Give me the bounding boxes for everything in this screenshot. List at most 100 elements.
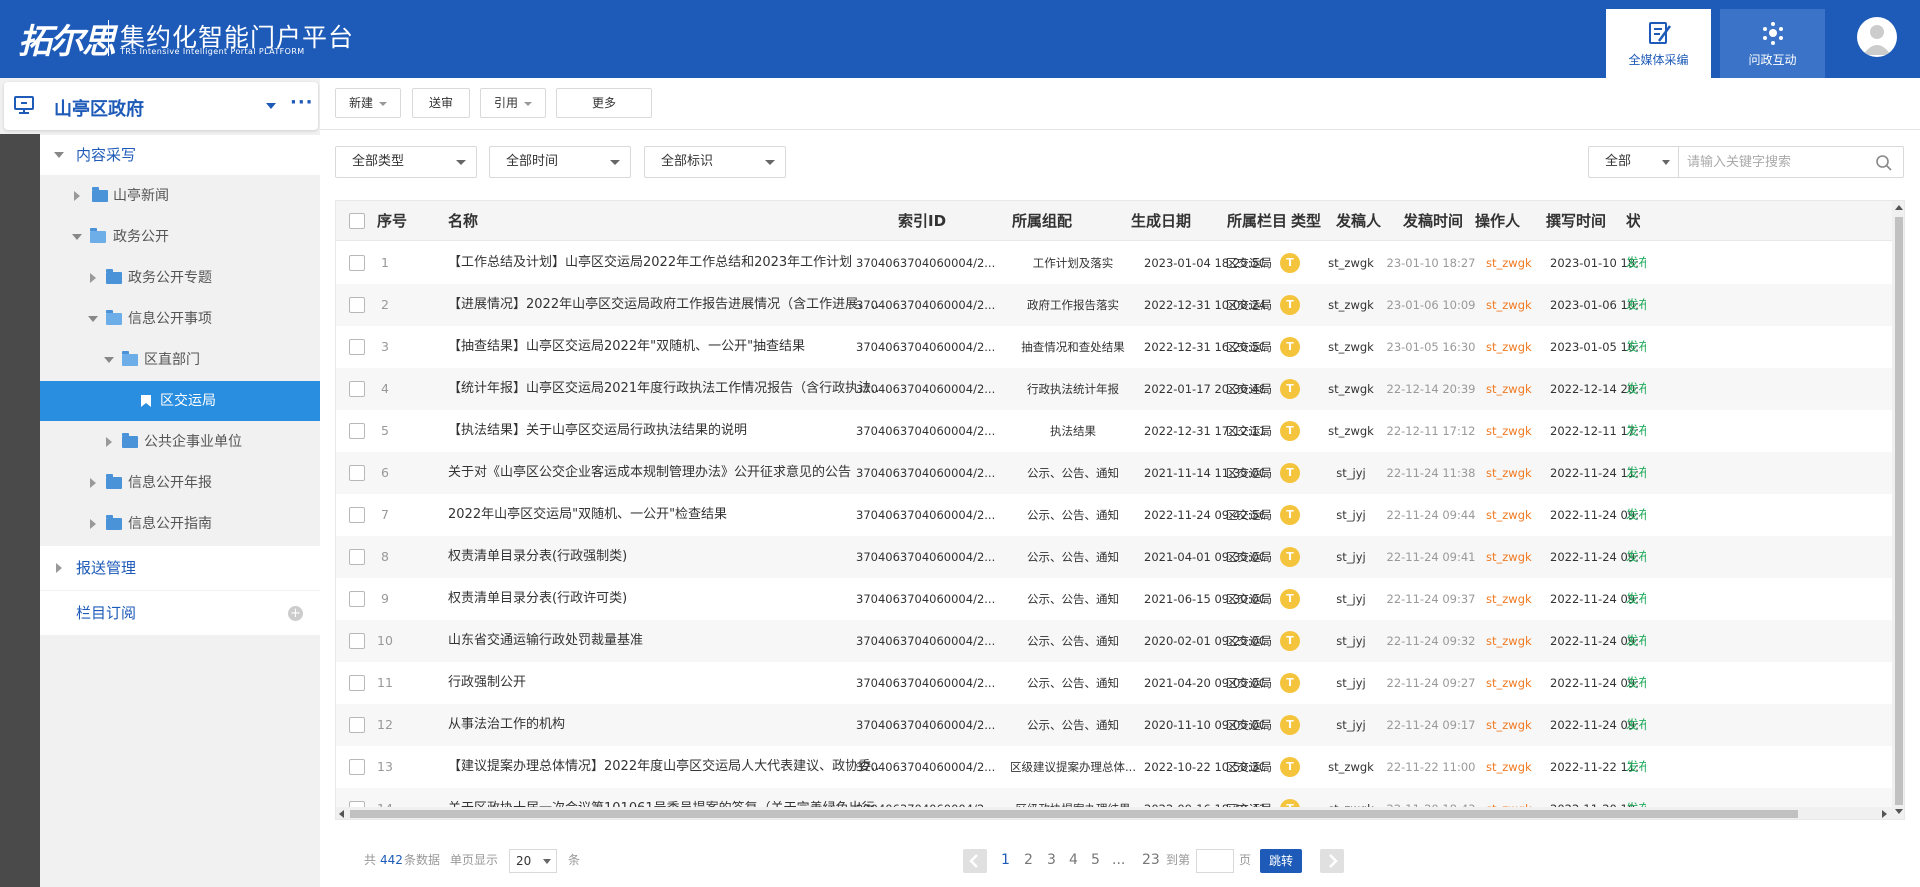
tree-item-gov-affairs-open[interactable]: 政务公开 [40,217,320,257]
table-row[interactable]: 9 权责清单目录分表(行政许可类) 3704063704060004/2... 公示、… [336,578,1904,620]
row-name[interactable]: 权责清单目录分表(行政许可类) [448,578,878,620]
horizontal-scrollbar[interactable] [336,807,1892,819]
review-button[interactable]: 送审 [412,88,470,118]
search-input[interactable] [1687,151,1867,173]
table-row[interactable]: 12 从事法治工作的机构 3704063704060004/2... 公示、公告、通知… [336,704,1904,746]
tree-item-district-departments[interactable]: 区直部门 [40,340,320,380]
col-header-publisher[interactable]: 发稿人 [1336,201,1381,241]
row-checkbox[interactable] [349,255,365,271]
tree-item-open-guide[interactable]: 信息公开指南 [40,504,320,544]
scroll-left-icon[interactable] [339,810,344,818]
tree-item-annual-report[interactable]: 信息公开年报 [40,463,320,503]
tree-item-transport-bureau[interactable]: 区交运局 [40,381,320,421]
row-name[interactable]: 【抽查结果】山亭区交运局2022年"双随机、一公开"抽查结果 [448,326,878,368]
page-size-select[interactable]: 20 [509,849,557,873]
search-scope-select[interactable]: 全部 [1589,147,1679,177]
row-checkbox[interactable] [349,465,365,481]
table-row[interactable]: 3 【抽查结果】山亭区交运局2022年"双随机、一公开"抽查结果 370406370… [336,326,1904,368]
user-avatar[interactable] [1857,17,1897,57]
scroll-down-icon[interactable] [1895,809,1903,814]
site-selector[interactable]: 山亭区政府 ··· [4,82,318,130]
row-checkbox[interactable] [349,549,365,565]
col-header-type[interactable]: 类型 [1291,201,1321,241]
time-filter[interactable]: 全部时间 [489,146,631,178]
page-link[interactable]: 5 [1091,840,1100,880]
row-checkbox[interactable] [349,675,365,691]
row-checkbox[interactable] [349,297,365,313]
goto-button[interactable]: 跳转 [1260,849,1302,873]
col-header-created[interactable]: 生成日期 [1131,201,1191,241]
cite-button[interactable]: 引用 [480,88,546,118]
type-filter[interactable]: 全部类型 [335,146,477,178]
tab-media-editing[interactable]: 全媒体采编 [1606,9,1711,78]
col-header-operator[interactable]: 操作人 [1475,201,1520,241]
row-name[interactable]: 【进展情况】2022年山亭区交运局政府工作报告进展情况（含工作进展、... [448,284,878,326]
table-row[interactable]: 13 【建议提案办理总体情况】2022年度山亭区交运局人大代表建议、政协委... 3… [336,746,1904,788]
row-name[interactable]: 关于对《山亭区公交企业客运成本规制管理办法》公开征求意见的公告 [448,452,878,494]
table-row[interactable]: 7 2022年山亭区交运局"双随机、一公开"检查结果 370406370406000… [336,494,1904,536]
search-icon[interactable] [1875,154,1893,172]
table-row[interactable]: 2 【进展情况】2022年山亭区交运局政府工作报告进展情况（含工作进展、... 37… [336,284,1904,326]
table-row[interactable]: 8 权责清单目录分表(行政强制类) 3704063704060004/2... 公示、… [336,536,1904,578]
tag-filter[interactable]: 全部标识 [644,146,786,178]
col-header-group[interactable]: 所属组配 [1012,201,1072,241]
row-name[interactable]: 从事法治工作的机构 [448,704,878,746]
page-link[interactable]: 23 [1142,840,1160,880]
tree-item-submission-management[interactable]: 报送管理 [40,546,320,590]
tree-item-shanting-news[interactable]: 山亭新闻 [40,176,320,216]
col-header-status[interactable]: 状 [1626,201,1640,241]
next-page-button[interactable] [1320,849,1344,873]
prev-page-button[interactable] [963,849,987,873]
page-link[interactable]: 3 [1047,840,1056,880]
new-button[interactable]: 新建 [335,88,401,118]
table-row[interactable]: 4 【统计年报】山亭区交运局2021年度行政执法工作情况报告（含行政执法... 37… [336,368,1904,410]
horizontal-scroll-thumb[interactable] [350,810,1798,818]
vertical-scroll-thumb[interactable] [1895,217,1903,805]
col-header-name[interactable]: 名称 [448,201,478,241]
tree-item-info-open-items[interactable]: 信息公开事项 [40,299,320,339]
col-header-pub-time[interactable]: 发稿时间 [1403,201,1463,241]
row-name[interactable]: 2022年山亭区交运局"双随机、一公开"检查结果 [448,494,878,536]
tree-item-gov-special[interactable]: 政务公开专题 [40,258,320,298]
col-header-no[interactable]: 序号 [377,201,407,241]
col-header-index-id[interactable]: 索引ID [898,201,946,241]
tab-interaction[interactable]: 问政互动 [1720,9,1825,78]
scroll-right-icon[interactable] [1882,810,1887,818]
col-header-write-time[interactable]: 撰写时间 [1546,201,1606,241]
row-name[interactable]: 【统计年报】山亭区交运局2021年度行政执法工作情况报告（含行政执法... [448,368,878,410]
tree-item-column-subscription[interactable]: 栏目订阅 + [40,591,320,635]
vertical-scrollbar[interactable] [1892,201,1904,819]
page-link[interactable]: 4 [1069,840,1078,880]
row-checkbox[interactable] [349,633,365,649]
table-row[interactable]: 5 【执法结果】关于山亭区交运局行政执法结果的说明 3704063704060004… [336,410,1904,452]
row-checkbox[interactable] [349,717,365,733]
chevron-down-icon[interactable] [266,103,276,109]
row-checkbox[interactable] [349,339,365,355]
row-name[interactable]: 【执法结果】关于山亭区交运局行政执法结果的说明 [448,410,878,452]
row-name[interactable]: 【工作总结及计划】山亭区交运局2022年工作总结和2023年工作计划 [448,242,878,284]
row-name[interactable]: 权责清单目录分表(行政强制类) [448,536,878,578]
more-button[interactable]: 更多 [556,88,652,118]
row-checkbox[interactable] [349,507,365,523]
row-name[interactable]: 山东省交通运输行政处罚裁量基准 [448,620,878,662]
goto-page-input[interactable] [1196,849,1234,873]
tree-item-content-writing[interactable]: 内容采写 [40,135,320,175]
tree-item-public-institutions[interactable]: 公共企事业单位 [40,422,320,462]
row-name[interactable]: 行政强制公开 [448,662,878,704]
more-options-icon[interactable]: ··· [290,92,314,113]
page-link[interactable]: 1 [1001,840,1010,880]
row-name[interactable]: 【建议提案办理总体情况】2022年度山亭区交运局人大代表建议、政协委... [448,746,878,788]
page-link[interactable]: 2 [1024,840,1033,880]
row-checkbox[interactable] [349,381,365,397]
table-row[interactable]: 10 山东省交通运输行政处罚裁量基准 3704063704060004/2... 公示… [336,620,1904,662]
row-checkbox[interactable] [349,591,365,607]
table-row[interactable]: 1 【工作总结及计划】山亭区交运局2022年工作总结和2023年工作计划 37040… [336,242,1904,284]
select-all-checkbox[interactable] [349,213,365,229]
scroll-up-icon[interactable] [1895,205,1903,210]
add-icon[interactable]: + [288,606,303,621]
table-row[interactable]: 6 关于对《山亭区公交企业客运成本规制管理办法》公开征求意见的公告 37040637… [336,452,1904,494]
row-checkbox[interactable] [349,423,365,439]
row-checkbox[interactable] [349,759,365,775]
col-header-column[interactable]: 所属栏目 [1227,201,1287,241]
table-row[interactable]: 11 行政强制公开 3704063704060004/2... 公示、公告、通知 202… [336,662,1904,704]
